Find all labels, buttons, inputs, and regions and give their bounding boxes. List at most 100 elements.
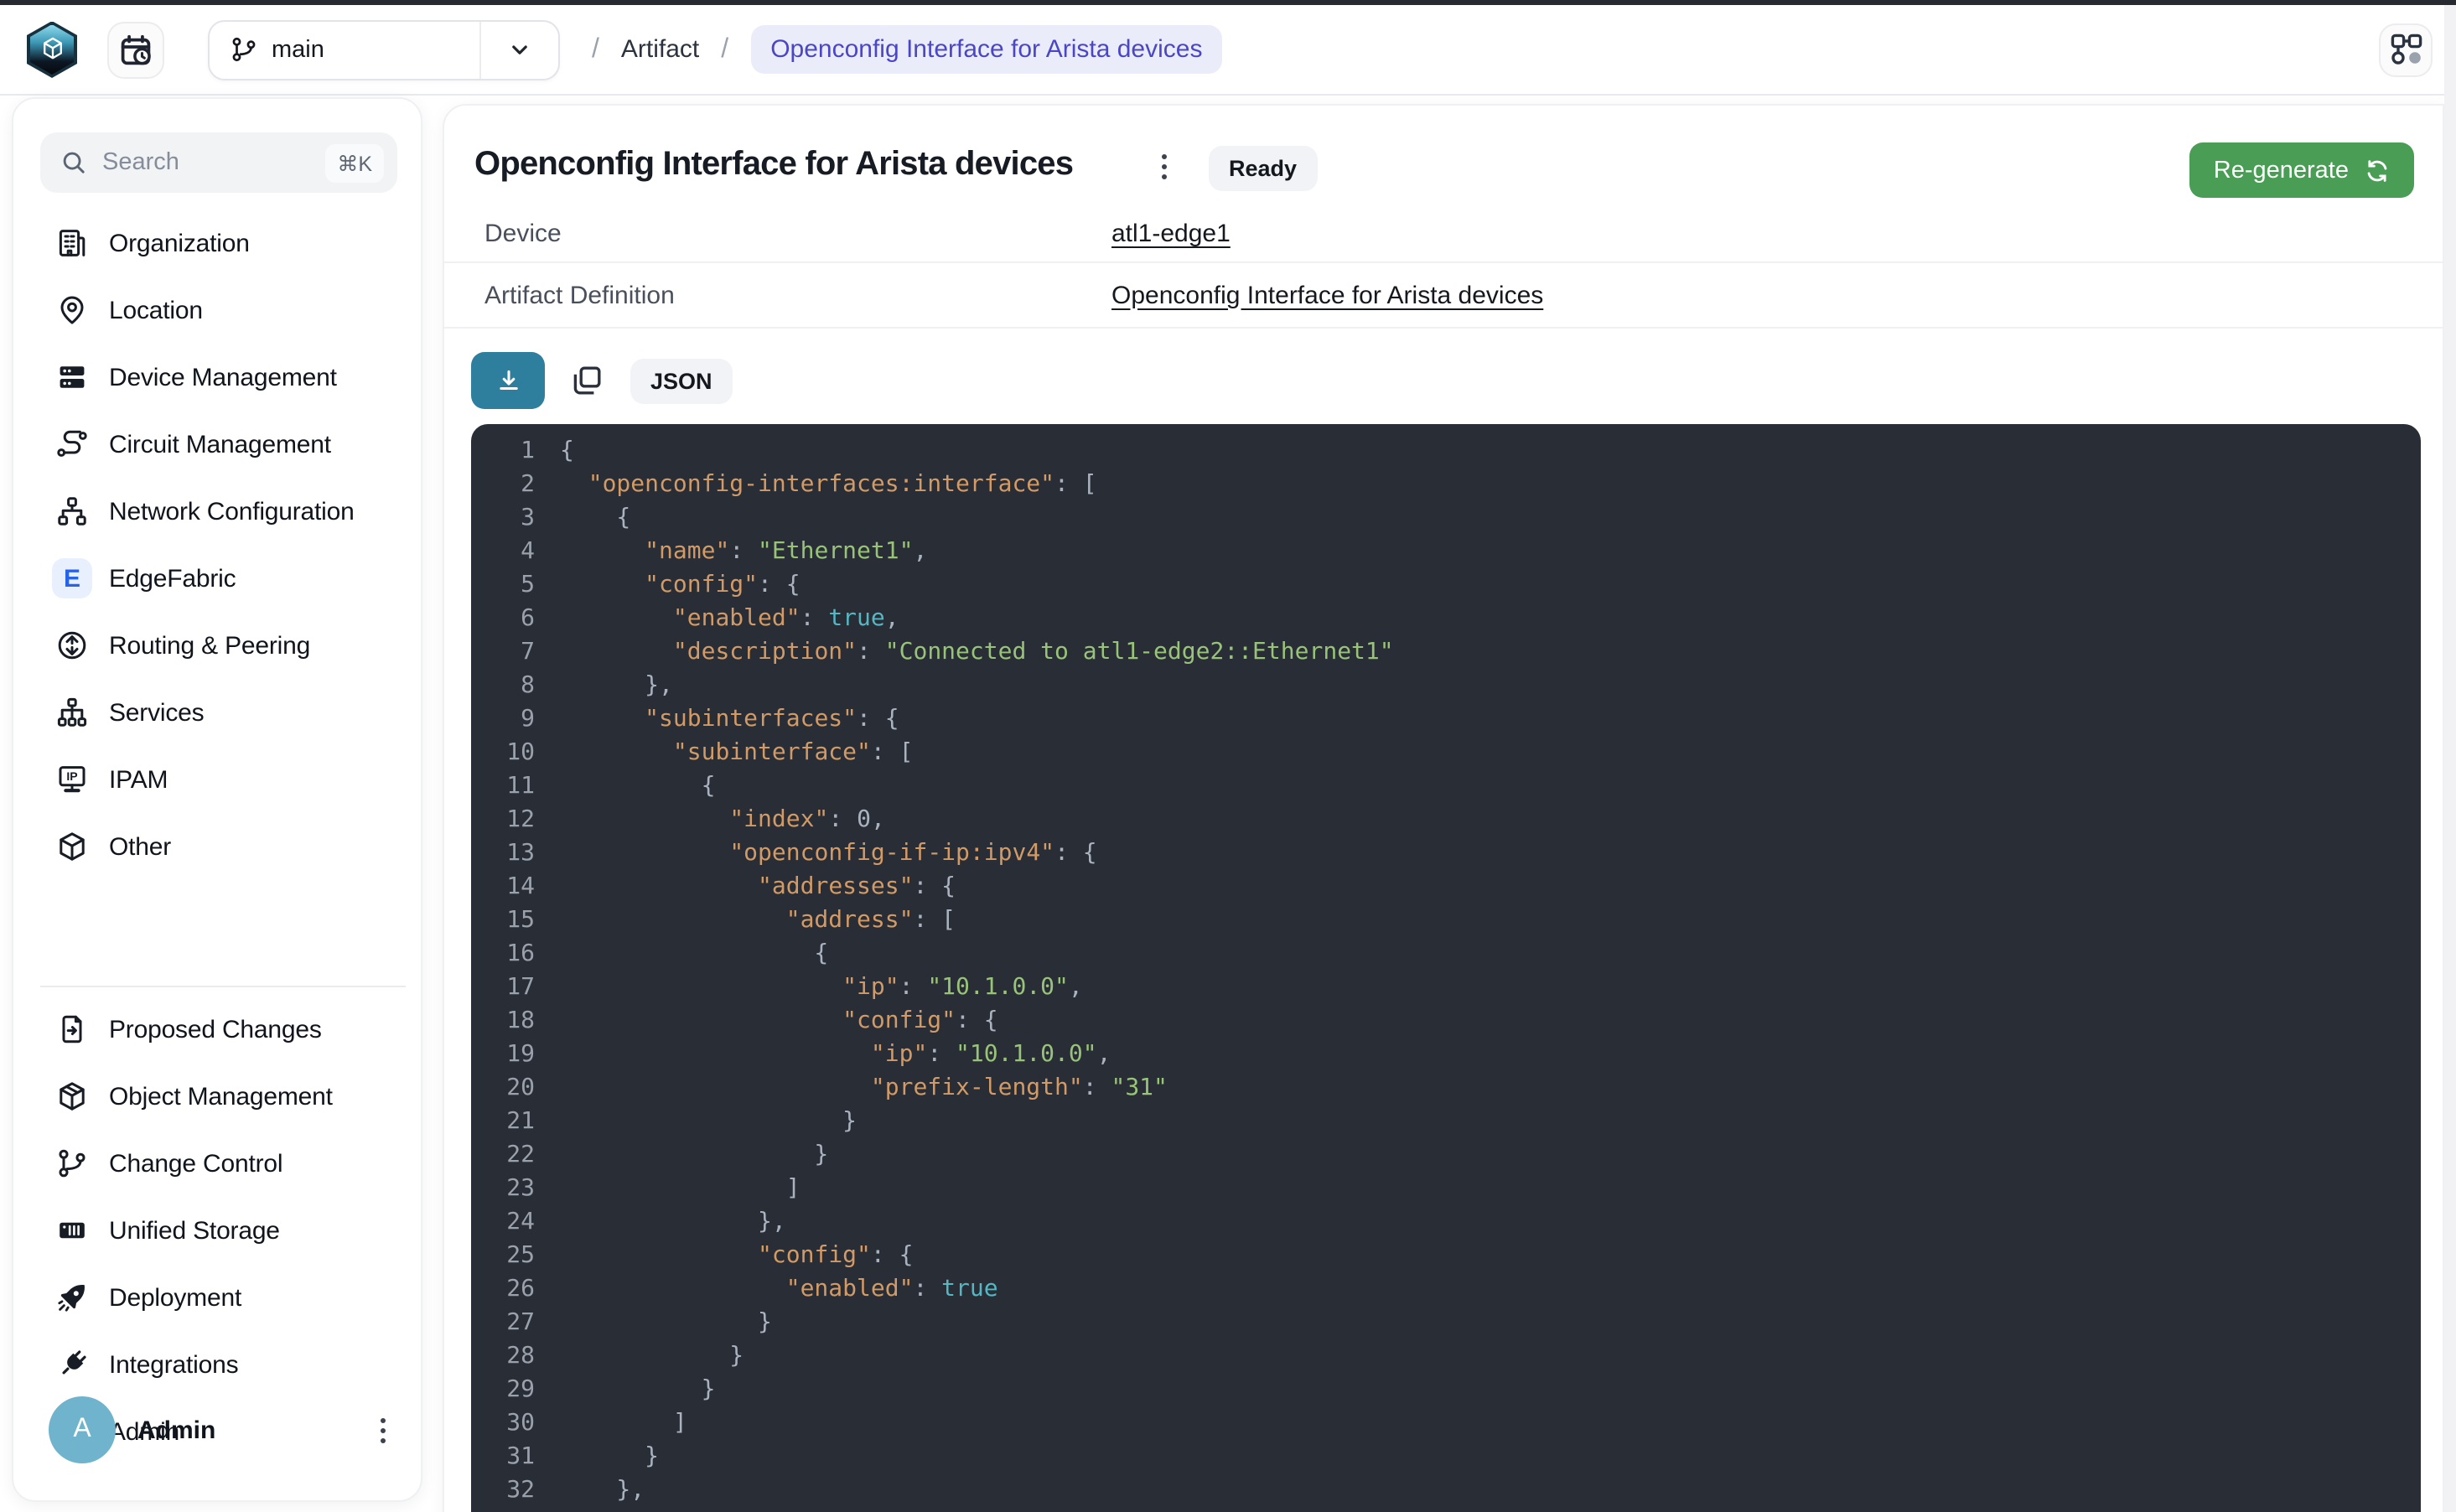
title-menu-button[interactable] [1162,154,1167,179]
regenerate-button[interactable]: Re-generate [2190,142,2414,198]
sidebar-item-network-configuration[interactable]: Network Configuration [13,478,424,545]
line-content: { [535,937,828,971]
route-icon [52,424,92,464]
field-value-link[interactable]: Openconfig Interface for Arista devices [1111,281,1543,309]
code-line: 10 "subinterface": [ [471,736,2421,769]
sidebar-item-proposed-changes[interactable]: Proposed Changes [13,996,424,1063]
sidebar-item-circuit-management[interactable]: Circuit Management [13,411,424,478]
search-shortcut-badge: ⌘K [325,143,384,182]
field-label: Artifact Definition [444,281,675,309]
line-content: "config": { [535,1239,914,1272]
sidebar-divider [40,986,406,987]
sidebar-item-object-management[interactable]: Object Management [13,1063,424,1130]
sidebar-item-label: EdgeFabric [109,564,236,593]
copy-icon [570,364,604,397]
sidebar-item-label: Integrations [109,1350,238,1379]
line-number: 23 [471,1172,535,1205]
sidebar-item-change-control[interactable]: Change Control [13,1130,424,1197]
sidebar: Search ⌘K Organization Location Device Man… [12,97,422,1502]
git-branch-icon [230,35,258,64]
calendar-clock-icon [117,31,154,68]
copy-button[interactable] [570,364,604,397]
download-button[interactable] [471,352,545,409]
line-number: 30 [471,1406,535,1440]
code-line: 27 } [471,1306,2421,1339]
line-content: "subinterface": [ [535,736,914,769]
git-branch-icon [52,1143,92,1183]
breadcrumb-separator: / [721,34,728,65]
branch-dropdown-toggle[interactable] [479,21,558,78]
line-number: 17 [471,971,535,1004]
sidebar-item-label: Circuit Management [109,430,331,458]
sidebar-item-organization[interactable]: Organization [13,210,424,277]
sidebar-item-routing-peering[interactable]: Routing & Peering [13,612,424,679]
calendar-button[interactable] [107,21,164,78]
sidebar-item-label: Routing & Peering [109,631,310,660]
line-number: 10 [471,736,535,769]
sidebar-item-deployment[interactable]: Deployment [13,1264,424,1331]
line-number: 16 [471,937,535,971]
page-scrollbar[interactable] [2444,5,2456,1512]
line-number: 21 [471,1105,535,1138]
code-line: 13 "openconfig-if-ip:ipv4": { [471,836,2421,870]
status-badge: Ready [1209,146,1317,191]
code-line: 11 { [471,769,2421,803]
map-pin-icon [52,290,92,330]
line-content: ] [535,1406,687,1440]
sidebar-item-ipam[interactable]: IPIPAM [13,746,424,813]
line-content: "index": 0, [535,803,885,836]
sidebar-item-location[interactable]: Location [13,277,424,344]
sidebar-item-label: Object Management [109,1082,333,1111]
line-content: { [535,434,574,468]
line-content: "description": "Connected to atl1-edge2:… [535,635,1394,669]
rocket-icon [52,1277,92,1318]
refresh-icon [2364,157,2391,184]
page-title: Openconfig Interface for Arista devices [474,146,1073,184]
code-line: 15 "address": [ [471,904,2421,937]
line-number: 3 [471,501,535,535]
line-number: 25 [471,1239,535,1272]
branch-selector[interactable]: main [208,19,560,80]
sidebar-item-label: Change Control [109,1149,282,1178]
line-number: 13 [471,836,535,870]
tree-icon [52,692,92,733]
code-line: 21 } [471,1105,2421,1138]
field-value-link[interactable]: atl1-edge1 [1111,220,1231,248]
line-number: 22 [471,1138,535,1172]
edgefabric-badge: E [52,558,92,598]
breadcrumb-current[interactable]: Openconfig Interface for Arista devices [750,25,1222,74]
avatar: A [49,1396,116,1463]
sidebar-item-services[interactable]: Services [13,679,424,746]
sidebar-item-integrations[interactable]: Integrations [13,1331,424,1398]
sidebar-item-device-management[interactable]: Device Management [13,344,424,411]
sidebar-item-unified-storage[interactable]: Unified Storage [13,1197,424,1264]
line-content: "name": "Ethernet1", [535,535,927,568]
line-content: "enabled": true, [535,602,899,635]
line-content: } [535,1339,744,1373]
line-number: 24 [471,1205,535,1239]
code-line: 1{ [471,434,2421,468]
search-icon [60,149,87,176]
code-line: 19 "ip": "10.1.0.0", [471,1038,2421,1071]
user-menu-button[interactable] [381,1417,386,1442]
search-input[interactable]: Search ⌘K [40,132,397,193]
code-line: 6 "enabled": true, [471,602,2421,635]
line-content: "openconfig-interfaces:interface": [ [535,468,1097,501]
code-line: 22 } [471,1138,2421,1172]
user-menu[interactable]: A Admin [13,1396,424,1463]
sidebar-item-label: Device Management [109,363,337,391]
field-row-device: Deviceatl1-edge1 [444,206,2443,263]
server-icon [52,357,92,397]
sidebar-item-label: Location [109,296,203,324]
code-line: 9 "subinterfaces": { [471,702,2421,736]
sidebar-item-edgefabric[interactable]: E EdgeFabric [13,545,424,612]
line-number: 2 [471,468,535,501]
code-viewer[interactable]: 1{2 "openconfig-interfaces:interface": [… [471,424,2421,1512]
apps-button[interactable] [2379,23,2433,76]
sidebar-item-other[interactable]: Other [13,813,424,880]
code-line: 24 }, [471,1205,2421,1239]
sidebar-nav-primary: Organization Location Device Management Cir… [13,210,424,880]
line-number: 18 [471,1004,535,1038]
line-content: "config": { [535,1004,998,1038]
breadcrumb-artifact[interactable]: Artifact [621,35,699,64]
